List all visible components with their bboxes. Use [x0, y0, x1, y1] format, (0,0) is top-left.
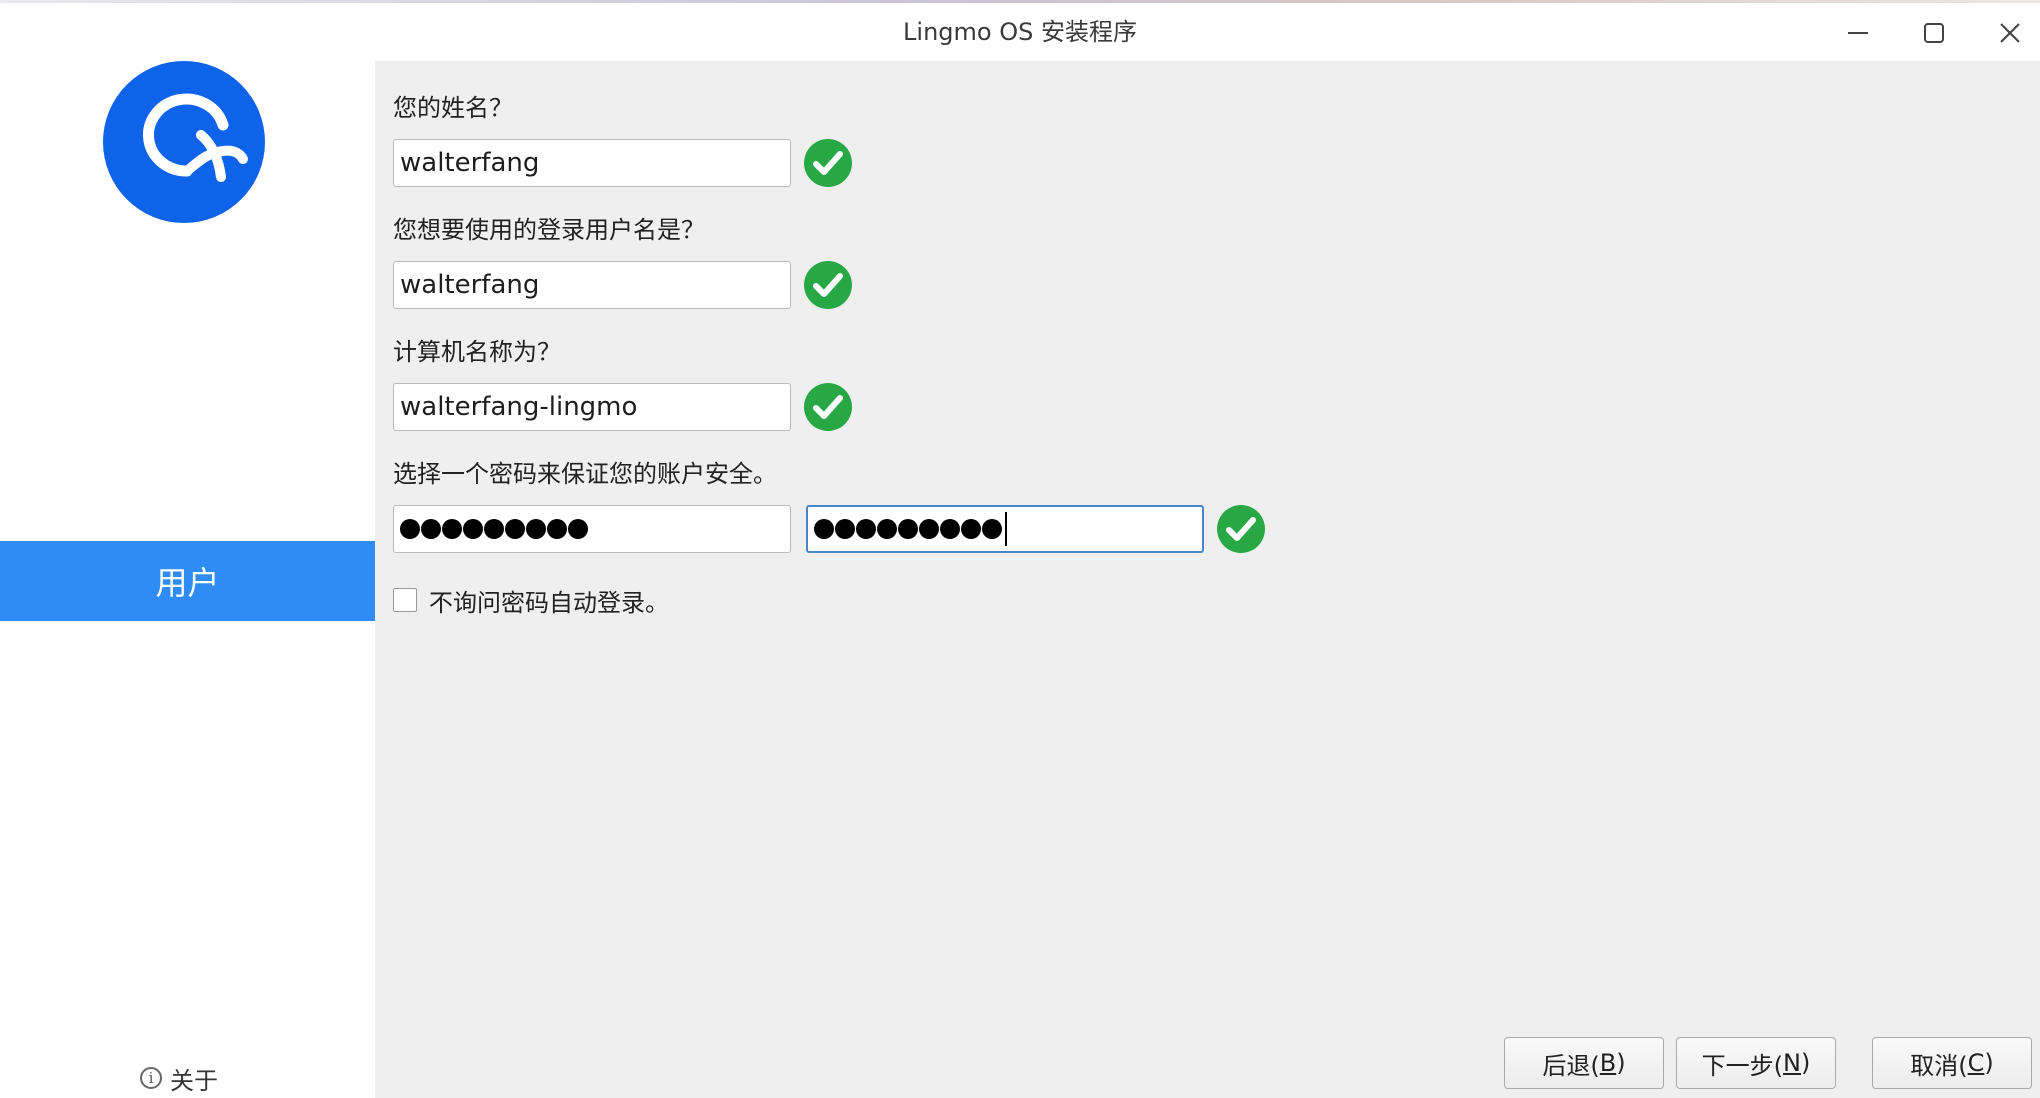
password-mask-dot	[982, 519, 1002, 539]
password-mask-dot	[442, 519, 462, 539]
password-mask-dot	[421, 519, 441, 539]
password-mask-dot	[463, 519, 483, 539]
full-name-label: 您的姓名？	[393, 94, 513, 122]
password-mask-dot	[505, 519, 525, 539]
back-button-paren: )	[1616, 1049, 1626, 1077]
checkbox-box[interactable]	[393, 588, 417, 612]
password-mask-dot	[961, 519, 981, 539]
password-mask-dot	[835, 519, 855, 539]
name-valid-check-icon	[804, 139, 852, 187]
users-page: 您的姓名？ 您想要使用的登录用户名是？ 计算机名称为？ 选择一个密码来保证您的账…	[375, 61, 2040, 1098]
username-input[interactable]	[393, 261, 791, 309]
next-button[interactable]: 下一步(N)	[1676, 1037, 1836, 1089]
sidebar-item-users[interactable]: 用户	[0, 541, 375, 621]
minimize-icon	[1848, 32, 1868, 34]
close-button[interactable]	[1988, 11, 2032, 55]
about-link[interactable]: i 关于	[140, 1061, 218, 1095]
next-button-label: 下一步(	[1701, 1051, 1784, 1080]
cancel-button-label: 取消(	[1910, 1051, 1968, 1080]
password-mask-dot	[856, 519, 876, 539]
hostname-valid-check-icon	[804, 383, 852, 431]
cancel-button[interactable]: 取消(C)	[1872, 1037, 2032, 1089]
password-mask-dot	[940, 519, 960, 539]
close-icon	[2000, 23, 2020, 43]
username-valid-check-icon	[804, 261, 852, 309]
cancel-button-paren: )	[1984, 1049, 1994, 1077]
password-mask-dot	[484, 519, 504, 539]
info-circle-icon: i	[140, 1067, 162, 1089]
text-caret	[1005, 512, 1007, 546]
autologin-checkbox[interactable]: 不询问密码自动登录。	[393, 583, 669, 617]
back-button-key: B	[1599, 1049, 1617, 1077]
hostname-input[interactable]	[393, 383, 791, 431]
maximize-button[interactable]	[1912, 11, 1956, 55]
password-confirm-input[interactable]	[806, 505, 1204, 553]
title-bar: Lingmo OS 安装程序	[0, 3, 2040, 61]
username-label: 您想要使用的登录用户名是？	[393, 216, 705, 244]
next-button-key: N	[1783, 1049, 1801, 1077]
full-name-input[interactable]	[393, 139, 791, 187]
back-button[interactable]: 后退(B)	[1504, 1037, 1664, 1089]
password-mask-dot	[814, 519, 834, 539]
password-mask-dot	[898, 519, 918, 539]
back-button-label: 后退(	[1542, 1051, 1600, 1080]
about-label: 关于	[170, 1066, 218, 1095]
autologin-label: 不询问密码自动登录。	[429, 588, 669, 617]
lingmo-logo	[103, 61, 265, 223]
password-valid-check-icon	[1217, 505, 1265, 553]
cancel-button-key: C	[1967, 1049, 1985, 1077]
installer-window: Lingmo OS 安装程序 用户 i 关于 您的姓名？ walterfang …	[0, 0, 2040, 1098]
password-label: 选择一个密码来保证您的账户安全。	[393, 460, 777, 488]
window-title: Lingmo OS 安装程序	[903, 18, 1137, 46]
maximize-icon	[1924, 23, 1944, 43]
password-mask-dot	[400, 519, 420, 539]
password-mask-dot	[526, 519, 546, 539]
password-mask-dot	[547, 519, 567, 539]
password-input[interactable]	[393, 505, 791, 553]
minimize-button[interactable]	[1836, 11, 1880, 55]
sidebar-item-label: 用户	[155, 564, 220, 602]
password-mask-dot	[877, 519, 897, 539]
password-mask-dot	[568, 519, 588, 539]
next-button-paren: )	[1800, 1049, 1811, 1077]
sidebar: 用户 i 关于	[0, 61, 375, 1098]
hostname-label: 计算机名称为？	[393, 338, 561, 366]
password-mask-dot	[919, 519, 939, 539]
